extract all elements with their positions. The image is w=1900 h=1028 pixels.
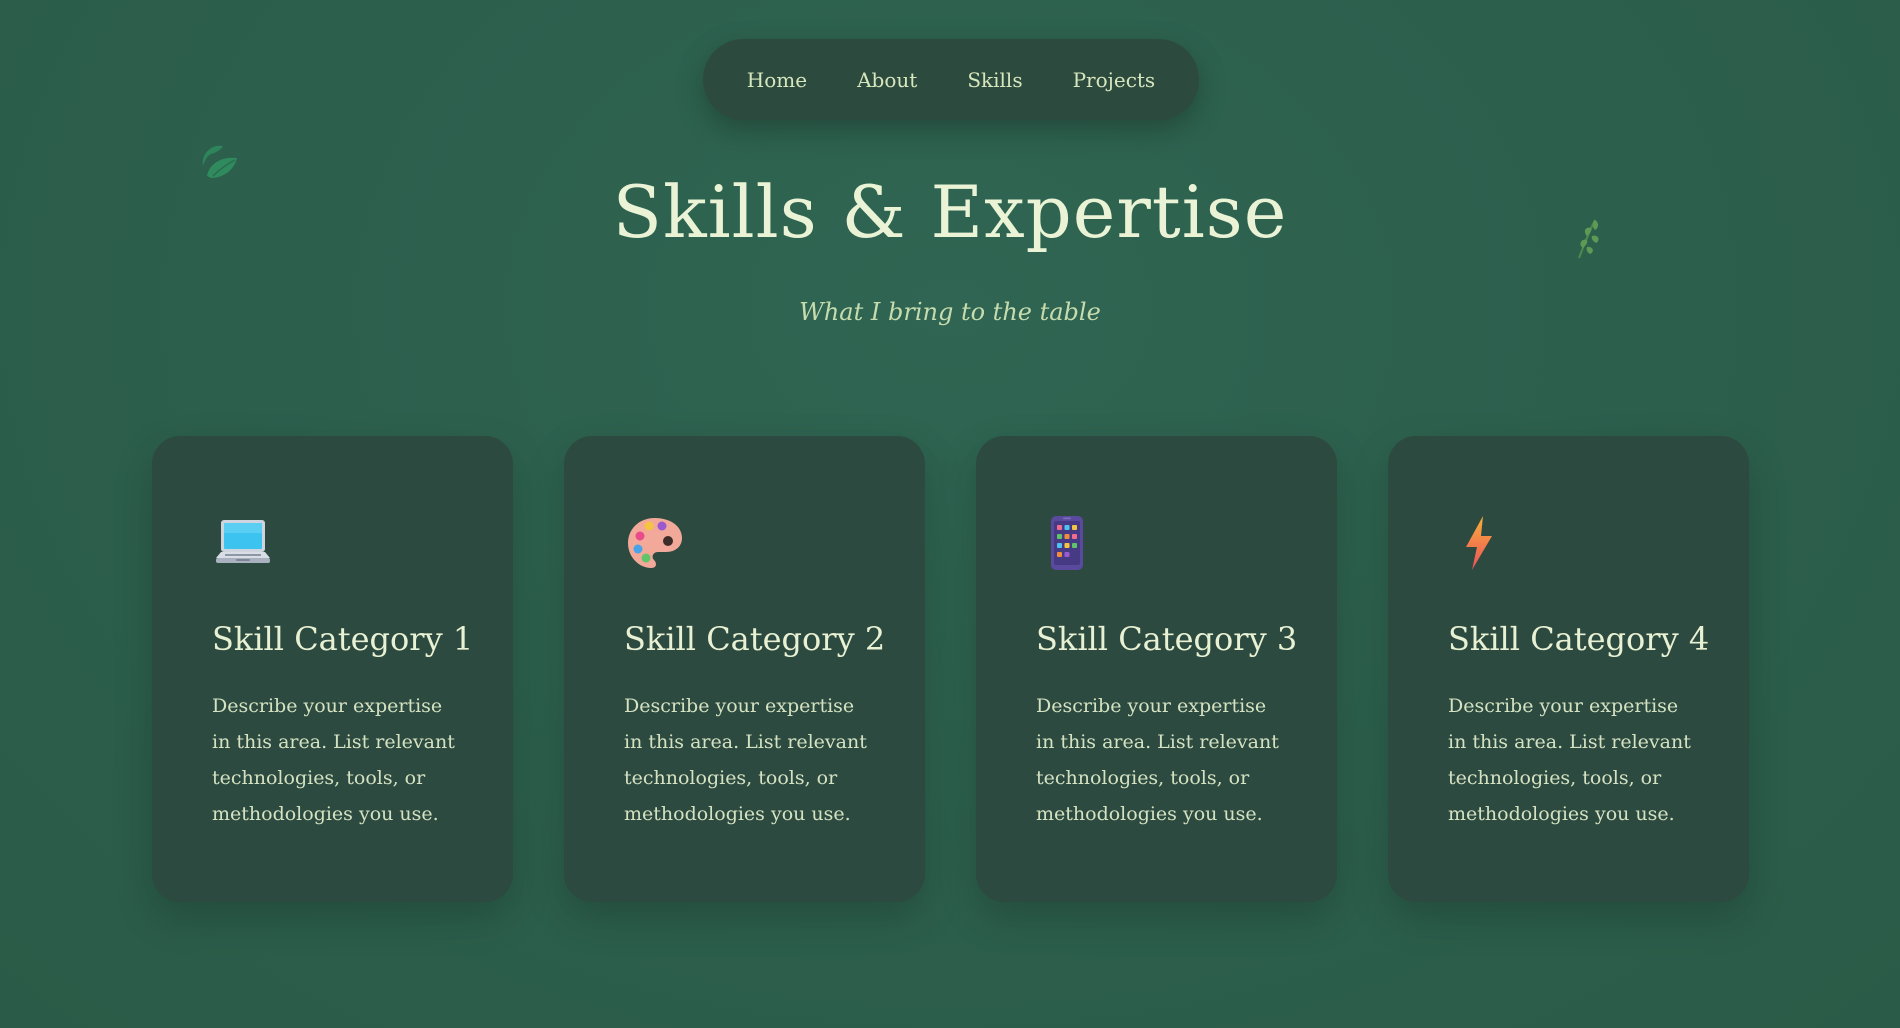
mobile-phone-icon	[1051, 516, 1083, 570]
skill-card-title: Skill Category 1	[212, 620, 474, 658]
skill-card-description: Describe your expertise in this area. Li…	[1448, 695, 1691, 826]
nav-projects-link[interactable]: Projects	[1073, 68, 1156, 92]
nav-skills-link[interactable]: Skills	[967, 68, 1022, 92]
skill-card-description: Describe your expertise in this area. Li…	[624, 695, 867, 826]
laptop-icon	[216, 520, 270, 563]
skill-card-3: Skill Category 3 Describe your expertise…	[976, 436, 1337, 902]
page-subtitle: What I bring to the table	[799, 298, 1101, 326]
skill-card-1: Skill Category 1 Describe your expertise…	[152, 436, 513, 902]
skill-card-2: Skill Category 2 Describe your expertise…	[564, 436, 925, 902]
skill-card-description: Describe your expertise in this area. Li…	[1036, 695, 1279, 826]
palette-icon	[628, 518, 682, 568]
nav-home-link[interactable]: Home	[747, 68, 807, 92]
skill-card-title: Skill Category 4	[1448, 620, 1710, 658]
skills-card-grid: Skill Category 1 Describe your expertise…	[152, 436, 1749, 902]
main-nav: Home About Skills Projects	[703, 39, 1199, 120]
skill-card-title: Skill Category 3	[1036, 620, 1298, 658]
skill-card-title: Skill Category 2	[624, 620, 886, 658]
nav-about-link[interactable]: About	[857, 68, 917, 92]
skill-card-4: Skill Category 4 Describe your expertise…	[1388, 436, 1749, 902]
lightning-icon	[1466, 516, 1492, 570]
skill-card-description: Describe your expertise in this area. Li…	[212, 695, 455, 826]
page-title: Skills & Expertise	[612, 170, 1288, 254]
